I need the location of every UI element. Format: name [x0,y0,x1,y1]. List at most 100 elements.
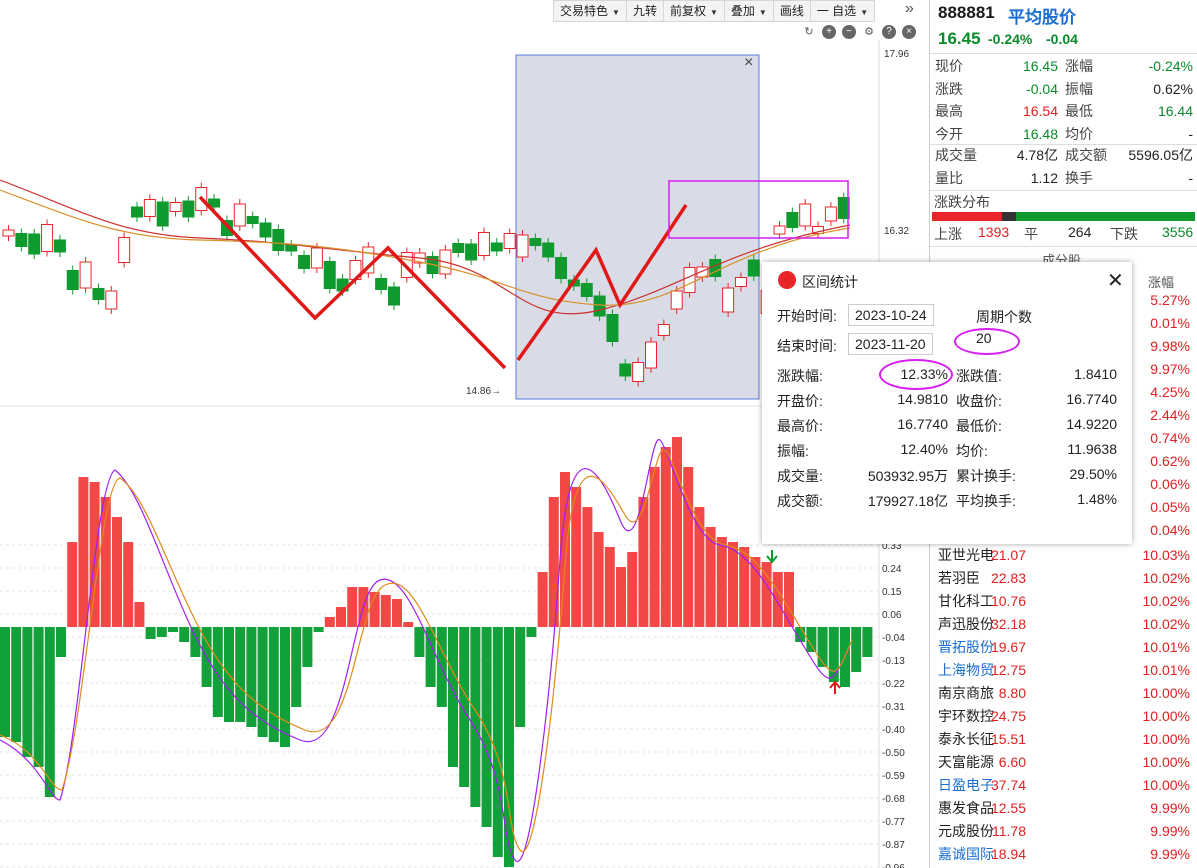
stat-label: 平均换手: [956,493,1016,509]
expand-panel-icon[interactable]: » [905,0,914,18]
macd-bar [22,627,33,757]
component-row[interactable]: 日盈电子 37.74 10.00% [930,774,1197,797]
stat-label: 换手 [1065,169,1093,186]
candle-body [516,234,529,258]
start-date-field[interactable]: 2023-10-24 [848,304,934,326]
toolbar-button-0[interactable]: 交易特色 ▼ [553,0,627,22]
stat-label: 收盘价: [956,393,1002,409]
macd-bar [78,477,89,627]
component-row[interactable]: 泰永长征 15.51 10.00% [930,728,1197,751]
refresh-icon[interactable]: ↻ [802,25,816,39]
change-percent: -0.24% [988,31,1033,47]
stat-label: 均价: [956,443,988,459]
zoom-in-icon[interactable]: + [822,25,836,39]
dialog-title: 区间统计 [802,274,858,290]
macd-bar [526,627,537,637]
macd-bar [481,627,492,827]
component-row[interactable]: 声迅股份 32.18 10.02% [930,613,1197,636]
toolbar-button-1[interactable]: 九转 [626,0,664,22]
component-row[interactable]: 南京商旅 8.80 10.00% [930,682,1197,705]
candle-body [799,203,812,227]
component-row[interactable]: 元成股份 11.78 9.99% [930,820,1197,843]
component-name[interactable]: 宇环数控 [938,705,994,728]
component-row[interactable]: 若羽臣 22.83 10.02% [930,567,1197,590]
quote-row: 今开 16.48 均价 - [930,123,1197,146]
component-name[interactable]: 泰永长征 [938,728,994,751]
candle-body [66,270,79,290]
component-name[interactable]: 惠发食品 [938,797,994,820]
stat-value: -0.04 [1026,80,1058,97]
pct-column-header[interactable]: 涨幅 [1148,272,1174,291]
macd-axis-label: -0.31 [882,702,905,713]
component-pct: 0.01% [1150,315,1190,331]
component-name[interactable]: 南京商旅 [938,682,994,705]
component-price: 15.51 [990,731,1026,747]
component-row[interactable]: 上海物贸 12.75 10.01% [930,659,1197,682]
candle-body [490,242,503,252]
component-row[interactable]: 亚世光电 21.07 10.03% [930,544,1197,567]
component-pct: 10.03% [1142,547,1190,563]
candle-body [722,287,735,313]
toolbar-button-4[interactable]: 画线 [773,0,811,22]
macd-bar [537,572,548,627]
up-label: 上涨 [934,226,962,242]
toolbar-button-label: 交易特色 [560,4,609,18]
component-row[interactable]: 天富能源 6.60 10.00% [930,751,1197,774]
component-price: 21.07 [990,547,1026,563]
component-pct: 10.01% [1142,639,1190,655]
component-row[interactable]: 甘化科工 10.76 10.02% [930,590,1197,613]
component-price: 6.60 [998,754,1026,770]
candle-body [606,314,619,342]
candle-body [786,212,799,228]
component-name[interactable]: 甘化科工 [938,590,994,613]
chevron-down-icon: ▼ [612,8,620,17]
component-name[interactable]: 日盈电子 [938,774,994,797]
macd-bar [0,627,10,737]
component-price: 10.76 [990,593,1026,609]
component-row[interactable]: 宇环数控 24.75 10.00% [930,705,1197,728]
settings-icon[interactable]: ⚙ [862,25,876,39]
component-price: 11.78 [992,823,1026,839]
component-row[interactable]: 惠发食品 12.55 9.99% [930,797,1197,820]
component-name[interactable]: 天富能源 [938,751,994,774]
component-name[interactable]: 上海物贸 [938,659,994,682]
component-pct: 10.00% [1142,777,1190,793]
candle-body [2,229,15,237]
zoom-out-icon[interactable]: − [842,25,856,39]
y-axis-label: 17.96 [884,49,909,60]
candle-body [298,255,311,269]
macd-bar [313,627,324,632]
toolbar-button-3[interactable]: 叠加 ▼ [724,0,774,22]
component-name[interactable]: 声迅股份 [938,613,994,636]
toolbar-button-5[interactable]: 一 自选 ▼ [810,0,876,22]
help-icon[interactable]: ? [882,25,896,39]
close-icon[interactable]: × [902,25,916,39]
macd-bar [660,447,671,627]
component-name[interactable]: 亚世光电 [938,544,994,567]
candle-body [41,224,54,252]
component-name[interactable]: 晋拓股份 [938,636,994,659]
toolbar-button-2[interactable]: 前复权 ▼ [663,0,725,22]
macd-bar [492,627,503,857]
candle-body [477,232,490,256]
stat-value: 4.78亿 [1016,147,1058,163]
stock-name[interactable]: 平均股价 [1008,3,1076,28]
stat-label: 成交额: [777,493,823,509]
end-date-field[interactable]: 2023-11-20 [848,333,933,355]
component-name[interactable]: 嘉诚国际 [938,843,994,866]
macd-bar [324,617,335,627]
component-row[interactable]: 嘉诚国际 18.94 9.99% [930,843,1197,866]
stat-value: 14.9810 [897,391,948,407]
close-icon[interactable]: ✕ [1107,268,1124,293]
candle-body [53,239,66,253]
app-logo-icon [778,271,796,289]
up-count: 1393 [978,224,1010,240]
candle-body [452,243,465,253]
component-row[interactable]: 晋拓股份 19.67 10.01% [930,636,1197,659]
component-name[interactable]: 元成股份 [938,820,994,843]
chart-icon-bar: ↻ + − ⚙ ? × [802,25,916,39]
stat-value: 12.40% [900,441,948,457]
component-name[interactable]: 若羽臣 [938,567,980,590]
macd-bar [56,627,66,657]
component-price: 18.94 [990,846,1026,862]
